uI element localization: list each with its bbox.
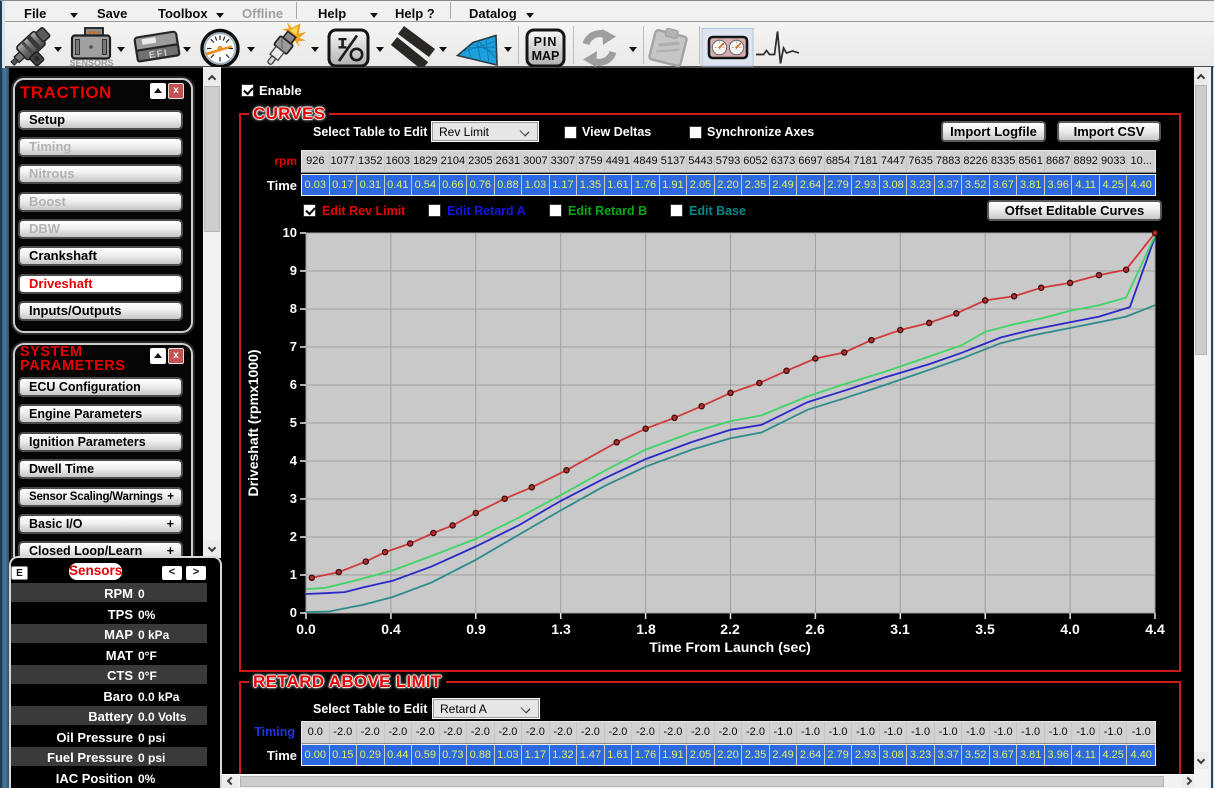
svg-text:6: 6 xyxy=(290,377,297,392)
svg-text:SENSORS: SENSORS xyxy=(69,58,113,67)
svg-text:4.0: 4.0 xyxy=(1060,621,1080,637)
svg-text:1: 1 xyxy=(290,567,297,582)
svg-text:PIN: PIN xyxy=(534,35,558,49)
svg-text:1.8: 1.8 xyxy=(636,621,656,637)
svg-text:EFI: EFI xyxy=(148,47,169,61)
svg-text:2: 2 xyxy=(290,529,297,544)
svg-text:5: 5 xyxy=(290,415,297,430)
svg-text:0.4: 0.4 xyxy=(381,621,401,637)
svg-text:4: 4 xyxy=(290,453,298,468)
svg-text:2.2: 2.2 xyxy=(720,621,740,637)
svg-text:MAP: MAP xyxy=(532,49,560,63)
svg-text:7: 7 xyxy=(290,339,297,354)
svg-text:8: 8 xyxy=(290,301,297,316)
svg-text:3.1: 3.1 xyxy=(890,621,910,637)
svg-text:3: 3 xyxy=(290,491,297,506)
svg-text:10: 10 xyxy=(283,225,297,240)
svg-text:0: 0 xyxy=(290,605,297,620)
svg-text:0.9: 0.9 xyxy=(466,621,486,637)
svg-text:Time From Launch (sec): Time From Launch (sec) xyxy=(649,639,811,655)
svg-text:Driveshaft (rpmx1000): Driveshaft (rpmx1000) xyxy=(245,349,261,496)
svg-text:2.6: 2.6 xyxy=(805,621,825,637)
svg-text:1.3: 1.3 xyxy=(551,621,571,637)
svg-text:4.4: 4.4 xyxy=(1145,621,1165,637)
svg-text:9: 9 xyxy=(290,263,297,278)
svg-text:0.0: 0.0 xyxy=(296,621,316,637)
svg-text:3.5: 3.5 xyxy=(975,621,995,637)
